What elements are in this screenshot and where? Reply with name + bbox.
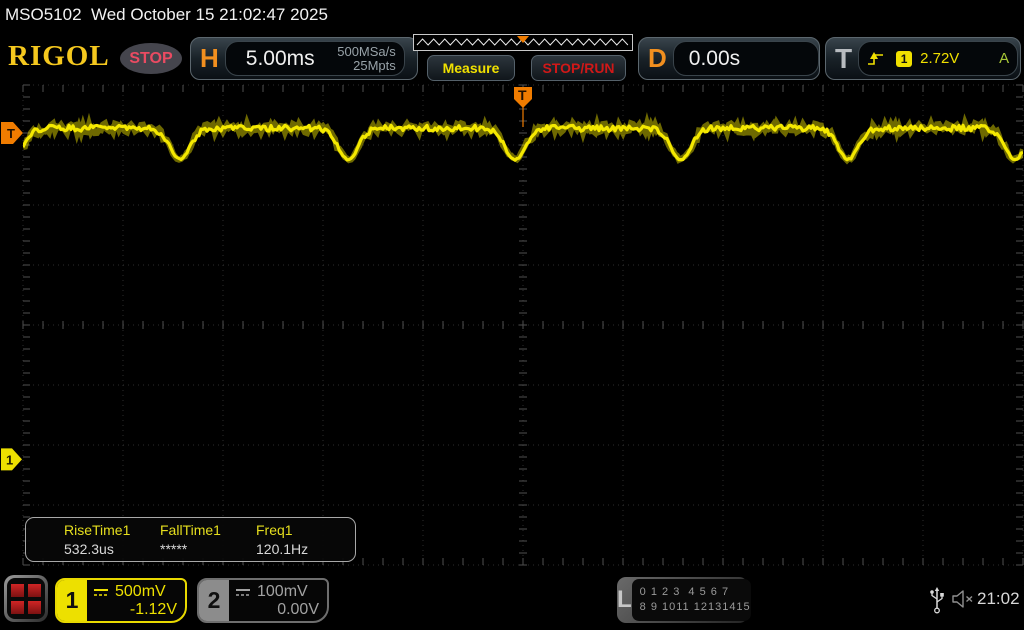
oscilloscope-screen: MSO5102 Wed October 15 21:02:47 2025 RIG… [0,0,1024,630]
channel-2-status[interactable]: 2 100mV 0.00V [197,578,329,623]
trigger-panel[interactable]: T 1 2.72V A [825,37,1021,80]
ch1-trace [23,123,1023,160]
measurement-results-box[interactable]: RiseTime1 532.3us FallTime1 ***** Freq1 … [25,517,356,562]
trigger-mode: A [999,50,1009,67]
channel-1-values: 500mV -1.12V [87,580,185,621]
rigol-logo: RIGOL [8,40,110,73]
status-clock: 21:02 [977,589,1020,609]
digital-channel-list: 0 1 2 3 4 5 6 7 8 9 1011 12131415 [632,579,751,621]
run-state-badge: STOP [120,43,182,74]
delay-label: D [648,43,667,74]
bottom-status-bar: 1 500mV -1.12V 2 [0,566,1024,630]
overview-zigzag [414,35,632,50]
trigger-source-badge: 1 [896,51,912,67]
horizontal-label: H [200,43,219,74]
timebase-value: 5.00ms [246,47,315,71]
top-info-bar: MSO5102 Wed October 15 21:02:47 2025 [0,0,1024,30]
channel-1-scale: 500mV [115,583,166,601]
digital-channels-row2: 8 9 1011 12131415 [640,600,751,615]
channel-1-ground-marker[interactable]: 1 [1,448,22,470]
model-and-datetime: MSO5102 Wed October 15 21:02:47 2025 [5,5,328,25]
measurement-label: FallTime1 [160,522,256,538]
measurement-value: ***** [160,541,256,557]
svg-text:1: 1 [6,452,13,467]
logic-analyzer-label: L [617,577,632,623]
sample-rate: 500MSa/s [337,45,396,59]
measurement-value: 532.3us [64,541,160,557]
channel-2-values: 100mV 0.00V [229,580,327,621]
rising-edge-trigger-icon [867,51,884,67]
memory-depth: 25Mpts [337,59,396,73]
measurement-label: Freq1 [256,522,352,538]
stop-run-button[interactable]: STOP/RUN [531,55,626,81]
measurement-value: 120.1Hz [256,541,352,557]
delay-value: 0.00s [689,47,740,71]
measurement-item: Freq1 120.1Hz [256,518,352,561]
channel-2-scale: 100mV [257,583,308,601]
channel-1-tab[interactable]: 1 [57,580,87,621]
trigger-values: 1 2.72V A [858,41,1018,76]
measurement-item: FallTime1 ***** [160,518,256,561]
horizontal-settings-panel[interactable]: H 5.00ms 500MSa/s 25Mpts [190,37,418,80]
svg-text:T: T [518,87,527,103]
usb-icon [929,585,945,615]
trigger-level-value: 2.72V [920,50,959,67]
svg-text:T: T [7,126,15,141]
delay-panel[interactable]: D 0.00s [638,37,820,80]
scope-display-area: T 1 T RiseTime1 532.3us FallTime1 ***** Fr… [0,84,1024,566]
menu-icon [7,578,45,619]
channel-1-offset: -1.12V [87,601,185,619]
delay-values: 0.00s [673,41,819,76]
digital-channels-row1: 0 1 2 3 4 5 6 7 [640,585,751,600]
scope-svg: T 1 T [0,84,1024,566]
measure-button[interactable]: Measure [427,55,515,81]
channel-1-scale-row: 500mV [87,583,185,601]
waveform-overview-strip[interactable] [413,34,633,51]
trigger-level-marker[interactable]: T [1,122,23,144]
logic-analyzer-status[interactable]: L 0 1 2 3 4 5 6 7 8 9 1011 12131415 [617,577,748,623]
acquisition-info: 500MSa/s 25Mpts [337,45,396,73]
channel-2-scale-row: 100mV [229,583,327,601]
horizontal-values: 5.00ms 500MSa/s 25Mpts [225,41,405,76]
channel-1-status[interactable]: 1 500mV -1.12V [55,578,187,623]
trigger-label: T [835,43,852,75]
menu-button[interactable] [4,575,48,622]
channel-2-tab[interactable]: 2 [199,580,229,621]
header-bar: RIGOL STOP H 5.00ms 500MSa/s 25Mpts Meas… [0,30,1024,84]
dc-coupling-icon [93,587,110,597]
trigger-position-marker[interactable]: T [514,87,532,127]
muted-speaker-icon [951,588,975,610]
dc-coupling-icon [235,587,252,597]
measurement-item: RiseTime1 532.3us [64,518,160,561]
channel-2-offset: 0.00V [229,601,327,619]
measurement-label: RiseTime1 [64,522,160,538]
